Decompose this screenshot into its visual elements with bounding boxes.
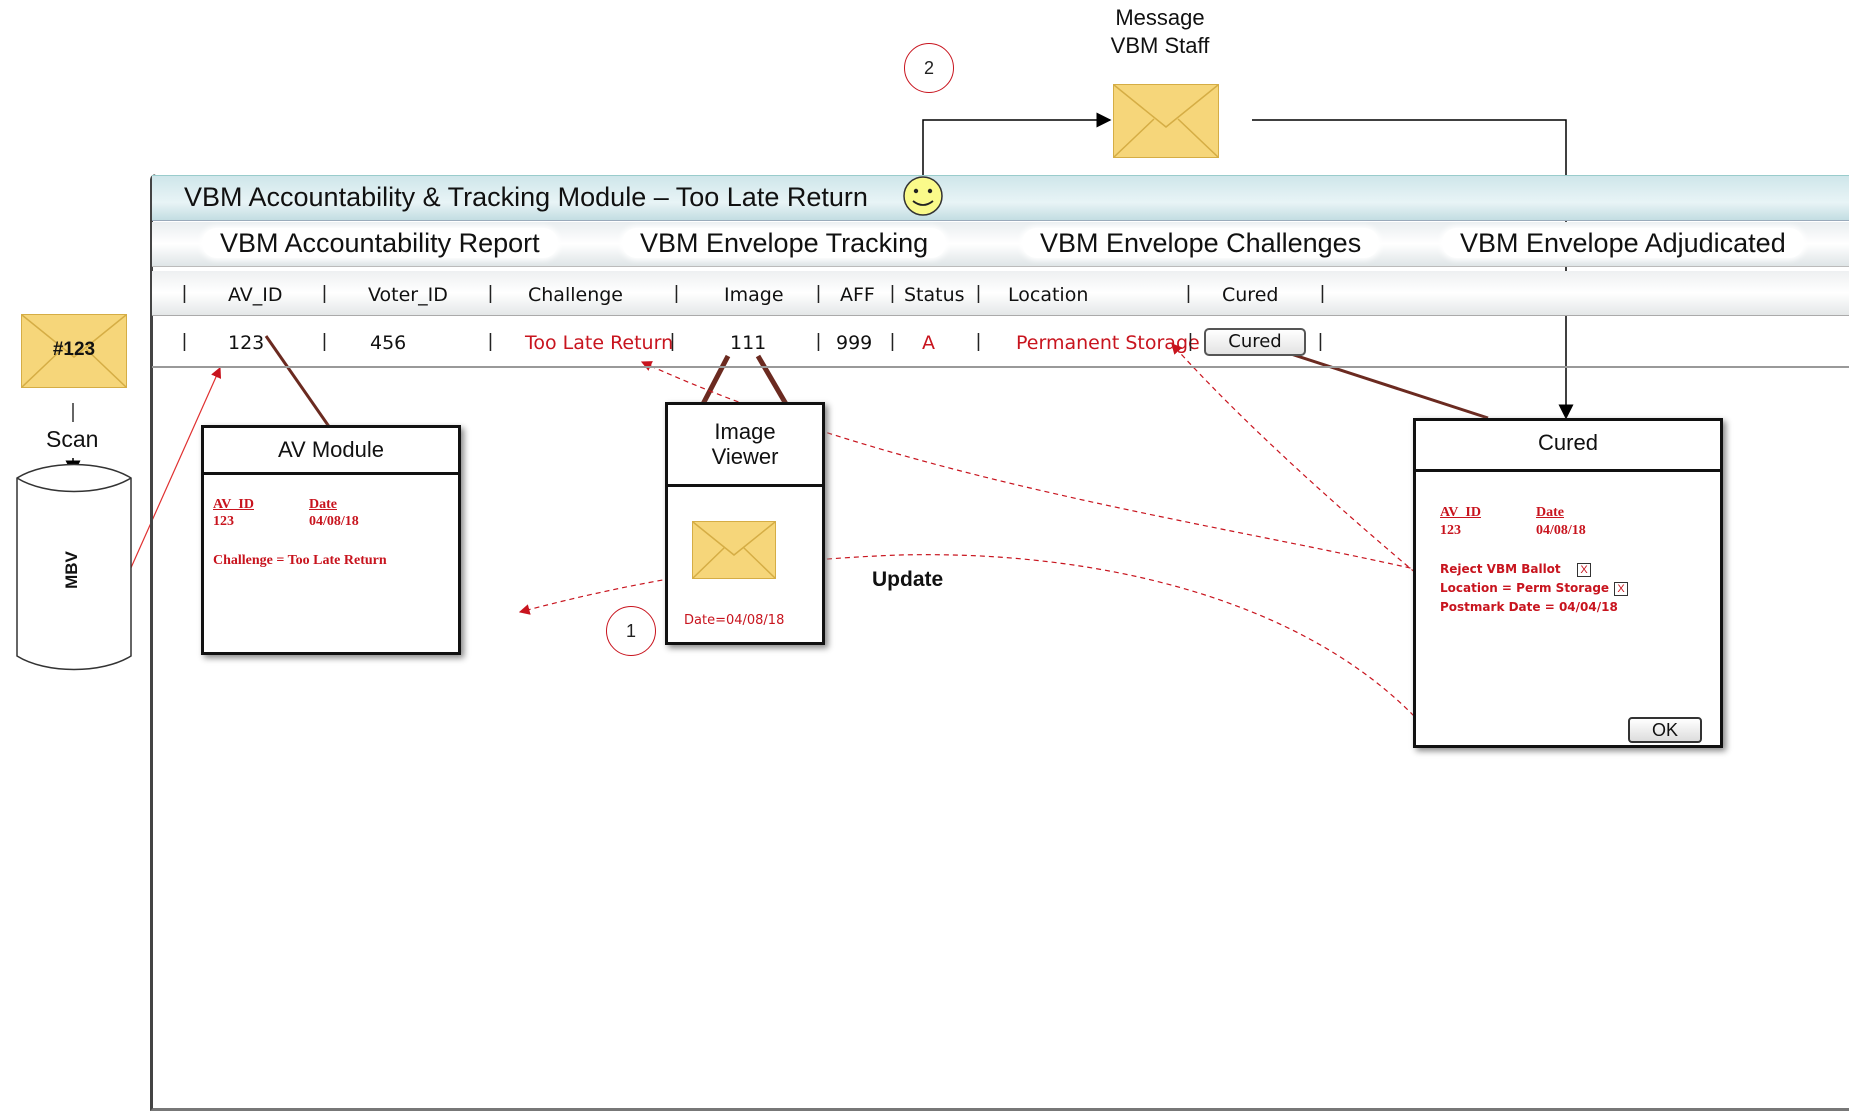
envelope-image-icon	[692, 521, 776, 579]
update-label: Update	[872, 568, 944, 591]
tab-accountability-report[interactable]: VBM Accountability Report	[202, 228, 558, 258]
row-aff: 999	[836, 332, 873, 354]
header-location: Location	[1008, 284, 1089, 306]
cured-dialog-title: Cured	[1416, 421, 1720, 472]
location-label: Location = Perm Storage	[1440, 581, 1610, 595]
image-viewer-dialog: Image Viewer Date=04/08/18	[665, 402, 825, 645]
header-aff: AFF	[840, 284, 875, 306]
arrow-to-message	[922, 112, 1112, 178]
scan-label: Scan	[46, 426, 99, 452]
header-av-id: AV_ID	[228, 284, 283, 306]
cured-dialog: Cured AV_ID Date 123 04/08/18 Reject VBM…	[1413, 418, 1723, 748]
postmark-label: Postmark Date = 04/04/18	[1440, 600, 1618, 614]
av-module-dialog: AV Module AV_ID Date 123 04/08/18 Challe…	[201, 425, 461, 655]
window-titlebar: VBM Accountability & Tracking Module – T…	[152, 175, 1849, 221]
row-location[interactable]: Permanent Storage	[1016, 332, 1200, 354]
reject-ballot-checkbox[interactable]: X	[1577, 563, 1591, 577]
tab-bar: VBM Accountability Report VBM Envelope T…	[152, 222, 1849, 267]
av-module-title: AV Module	[204, 428, 458, 475]
row-av-id[interactable]: 123	[228, 332, 264, 354]
header-challenge: Challenge	[528, 284, 623, 306]
cured-col1-value: 123	[1440, 523, 1461, 538]
tab-envelope-adjudicated[interactable]: VBM Envelope Adjudicated	[1442, 228, 1804, 258]
image-viewer-title-line2: Viewer	[711, 444, 779, 469]
step-2-marker: 2	[904, 43, 954, 93]
av-module-col2-label: Date	[309, 497, 337, 512]
av-module-challenge: Challenge = Too Late Return	[213, 553, 387, 568]
cured-col2-value: 04/08/18	[1536, 523, 1586, 538]
cured-button[interactable]: Cured	[1204, 328, 1306, 356]
message-label-line2: VBM Staff	[1110, 33, 1210, 58]
row-image[interactable]: 111	[730, 332, 766, 354]
ballot-envelope-icon: #123	[21, 314, 127, 388]
cured-col2-label: Date	[1536, 505, 1564, 520]
location-checkbox[interactable]: X	[1614, 582, 1628, 596]
reject-ballot-label: Reject VBM Ballot	[1440, 562, 1561, 576]
mbv-label: MBV	[61, 551, 81, 589]
message-envelope-icon[interactable]	[1113, 84, 1219, 158]
header-status: Status	[904, 284, 965, 306]
image-viewer-title: Image Viewer	[668, 405, 822, 487]
av-module-col1-label: AV_ID	[213, 497, 254, 512]
message-label-line1: Message	[1115, 5, 1205, 30]
header-cured: Cured	[1222, 284, 1279, 306]
header-voter-id: Voter_ID	[368, 284, 448, 306]
envelope-tag: #123	[52, 339, 96, 360]
table-row[interactable]: | 123 | 456 | Too Late Return | 111 | 99…	[152, 318, 1849, 368]
message-label: Message VBM Staff	[1100, 4, 1220, 60]
av-module-col2-value: 04/08/18	[309, 514, 359, 529]
image-viewer-title-line1: Image	[714, 419, 776, 444]
header-image: Image	[724, 284, 784, 306]
row-voter-id: 456	[370, 332, 407, 354]
tab-envelope-tracking[interactable]: VBM Envelope Tracking	[622, 228, 947, 258]
cured-col1-label: AV_ID	[1440, 505, 1481, 520]
image-viewer-date: Date=04/08/18	[684, 613, 785, 628]
table-header-row: | AV_ID | Voter_ID | Challenge | Image |…	[152, 271, 1849, 316]
row-challenge[interactable]: Too Late Return	[525, 332, 673, 354]
row-status: A	[922, 332, 935, 354]
av-module-col1-value: 123	[213, 514, 234, 529]
smiley-icon[interactable]	[902, 175, 944, 217]
window-title: VBM Accountability & Tracking Module – T…	[184, 182, 868, 212]
ok-button[interactable]: OK	[1628, 717, 1702, 743]
step-1-marker: 1	[606, 606, 656, 656]
tab-envelope-challenges[interactable]: VBM Envelope Challenges	[1022, 228, 1380, 258]
